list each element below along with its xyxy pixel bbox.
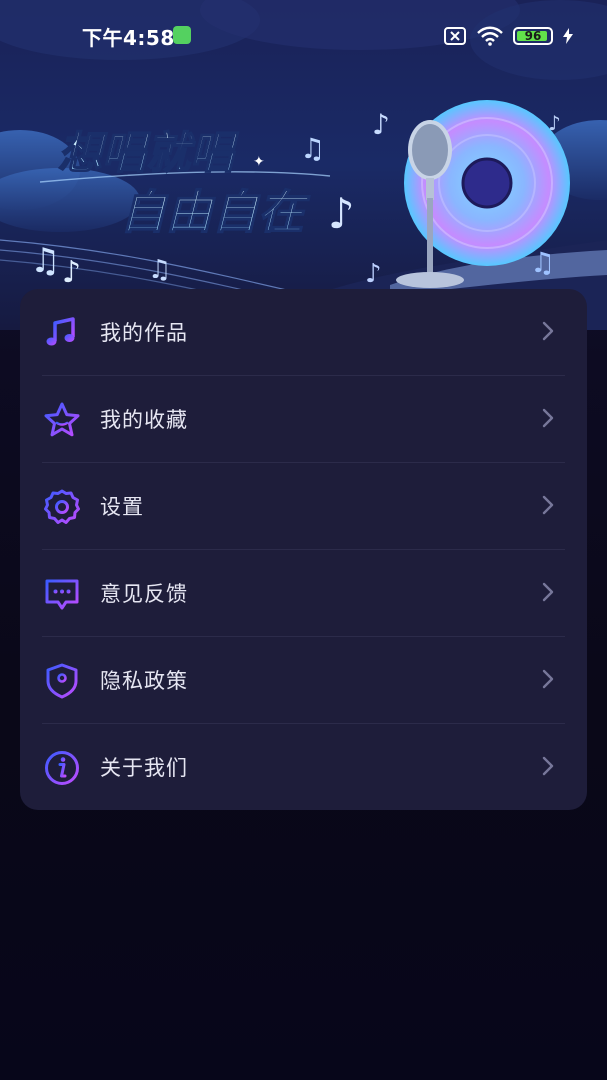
menu-item-privacy-policy[interactable]: 隐私政策 [20, 637, 587, 724]
charging-bolt-icon [563, 28, 573, 44]
chevron-right-icon [542, 756, 554, 776]
menu-item-label: 我的收藏 [100, 408, 188, 432]
banner-title-line2: 自由自在 [120, 185, 310, 239]
menu-item-label: 关于我们 [100, 756, 188, 780]
notification-app-icon [173, 26, 191, 44]
menu-item-about-us[interactable]: 关于我们 [20, 724, 587, 810]
svg-text:✦: ✦ [253, 154, 265, 170]
battery-level: 96 [524, 29, 542, 43]
chevron-right-icon [542, 582, 554, 602]
menu-item-label: 我的作品 [100, 321, 188, 345]
status-time: 下午4:58 [82, 26, 175, 50]
banner-title-line1: 想唱就唱 [58, 128, 239, 179]
chevron-right-icon [542, 495, 554, 515]
feedback-chat-icon [45, 579, 79, 610]
profile-screen: ♫ ♪ ♫ ♫ ♪ ♪ ♪ ♪ ♫ ✦ 想唱就唱 自由自在 下午4:58 96 … [0, 0, 607, 1080]
settings-menu: 我的作品 我的收藏 设置 意见反馈 隐私政策 关于我们 [20, 289, 587, 810]
svg-text:♪: ♪ [62, 255, 81, 290]
menu-item-label: 意见反馈 [100, 582, 188, 606]
menu-item-feedback[interactable]: 意见反馈 [20, 550, 587, 637]
menu-item-label: 设置 [100, 495, 144, 519]
menu-item-label: 隐私政策 [100, 669, 188, 693]
wifi-icon [477, 26, 503, 46]
svg-text:♪: ♪ [372, 108, 390, 141]
shield-icon [46, 663, 78, 699]
menu-item-my-favorites[interactable]: 我的收藏 [20, 376, 587, 463]
star-icon [44, 402, 80, 437]
sim-card-off-icon [444, 27, 466, 45]
chevron-right-icon [542, 408, 554, 428]
svg-text:♫: ♫ [300, 132, 325, 165]
status-icons: 96 [443, 24, 573, 48]
status-bar: 下午4:58 96 [0, 0, 607, 72]
svg-text:♫: ♫ [30, 241, 60, 281]
chevron-right-icon [542, 321, 554, 341]
menu-item-my-works[interactable]: 我的作品 [20, 289, 587, 376]
battery-indicator: 96 [513, 27, 553, 45]
svg-text:♪: ♪ [328, 189, 355, 238]
menu-item-settings[interactable]: 设置 [20, 463, 587, 550]
svg-text:♪: ♪ [365, 259, 382, 289]
gear-icon [44, 489, 80, 524]
svg-text:♫: ♫ [530, 246, 555, 279]
svg-text:♫: ♫ [148, 255, 171, 285]
music-note-icon [46, 317, 75, 346]
info-icon [45, 751, 79, 785]
svg-text:♪: ♪ [548, 111, 561, 135]
chevron-right-icon [542, 669, 554, 689]
